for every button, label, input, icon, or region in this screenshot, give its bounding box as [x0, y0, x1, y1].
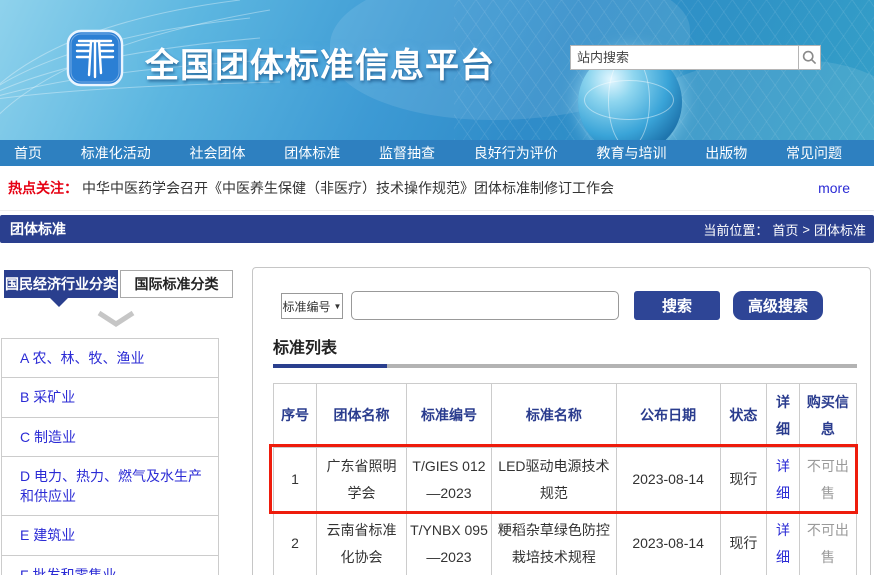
cell-code: T/GIES 012—2023 [406, 448, 491, 512]
breadcrumb-current[interactable]: 团体标准 [814, 220, 866, 239]
advanced-search-button[interactable]: 高级搜索 [733, 291, 823, 320]
site-title: 全国团体标准信息平台 [145, 38, 495, 87]
site-search [570, 45, 821, 70]
dropdown-arrow-icon: ▼ [334, 302, 342, 311]
hot-news-bar: 热点关注： 中华中医药学会召开《中医养生保健（非医疗）技术操作规范》团体标准制修… [0, 166, 874, 211]
top-navigation: 首页 标准化活动 社会团体 团体标准 监督抽查 良好行为评价 教育与培训 出版物… [0, 140, 874, 166]
nav-item-activities[interactable]: 标准化活动 [81, 143, 151, 163]
cell-status: 现行 [720, 448, 767, 512]
table-row: 1 广东省照明学会 T/GIES 012—2023 LED驱动电源技术规范 20… [274, 448, 857, 512]
breadcrumb: 当前位置： 首页 > 团体标准 [703, 220, 866, 239]
page: 全国团体标准信息平台 首页 标准化活动 社会团体 团体标准 监督抽查 良好行为评… [0, 0, 874, 575]
col-header-date: 公布日期 [616, 384, 720, 448]
cell-purchase: 不可出售 [799, 448, 856, 512]
nav-item-faq[interactable]: 常见问题 [786, 143, 842, 163]
nav-item-home[interactable]: 首页 [14, 143, 42, 163]
sidebar-item-d-utilities[interactable]: D 电力、热力、燃气及水生产和供应业 [2, 457, 218, 517]
sidebar-item-f-wholesale-retail[interactable]: F 批发和零售业 [2, 556, 218, 575]
cell-name: 粳稻杂草绿色防控栽培技术规程 [492, 512, 617, 575]
nav-item-group-standards[interactable]: 团体标准 [284, 143, 340, 163]
cell-index: 2 [274, 512, 317, 575]
col-header-detail: 详细 [767, 384, 800, 448]
cell-org: 云南省标准化协会 [317, 512, 407, 575]
search-field-selector-label: 标准编号 [283, 298, 331, 315]
nav-item-organizations[interactable]: 社会团体 [190, 143, 246, 163]
search-icon [802, 50, 817, 65]
nav-item-education[interactable]: 教育与培训 [597, 143, 667, 163]
col-header-purchase: 购买信息 [799, 384, 856, 448]
breadcrumb-home[interactable]: 首页 [772, 220, 798, 239]
cell-purchase: 不可出售 [799, 512, 856, 575]
search-button[interactable]: 搜索 [634, 291, 720, 320]
standards-table: 序号 团体名称 标准编号 标准名称 公布日期 状态 详细 购买信息 1 广东省照… [273, 383, 857, 575]
site-search-button[interactable] [798, 45, 821, 70]
cell-date: 2023-08-14 [616, 448, 720, 512]
section-title: 团体标准 [10, 219, 66, 239]
title-rule [273, 364, 857, 368]
main-panel: 标准编号 ▼ 搜索 高级搜索 标准列表 序号 团体名称 标准编号 标准名称 公布… [252, 267, 871, 575]
search-field-selector[interactable]: 标准编号 ▼ [281, 293, 343, 319]
col-header-status: 状态 [720, 384, 767, 448]
cell-status: 现行 [720, 512, 767, 575]
detail-link[interactable]: 详细 [776, 458, 790, 501]
site-header: 全国团体标准信息平台 [0, 0, 874, 140]
cell-org: 广东省照明学会 [317, 448, 407, 512]
list-title: 标准列表 [273, 334, 337, 358]
chevron-down-icon [96, 310, 136, 328]
nav-item-evaluation[interactable]: 良好行为评价 [474, 143, 558, 163]
sidebar-item-b-mining[interactable]: B 采矿业 [2, 378, 218, 417]
sidebar-item-e-construction[interactable]: E 建筑业 [2, 516, 218, 555]
active-tab-pointer [50, 298, 68, 307]
section-bar: 团体标准 当前位置： 首页 > 团体标准 [0, 215, 874, 243]
hot-news-label: 热点关注： [8, 178, 78, 198]
site-logo-icon [66, 29, 124, 92]
cell-code: T/YNBX 095—2023 [406, 512, 491, 575]
col-header-org: 团体名称 [317, 384, 407, 448]
col-header-code: 标准编号 [406, 384, 491, 448]
category-list: A 农、林、牧、渔业 B 采矿业 C 制造业 D 电力、热力、燃气及水生产和供应… [1, 338, 219, 575]
col-header-index: 序号 [274, 384, 317, 448]
nav-item-supervision[interactable]: 监督抽查 [379, 143, 435, 163]
sidebar-item-a-agriculture[interactable]: A 农、林、牧、渔业 [2, 339, 218, 378]
nav-item-publications[interactable]: 出版物 [705, 143, 747, 163]
cell-index: 1 [274, 448, 317, 512]
table-header-row: 序号 团体名称 标准编号 标准名称 公布日期 状态 详细 购买信息 [274, 384, 857, 448]
sidebar-item-c-manufacturing[interactable]: C 制造业 [2, 418, 218, 457]
site-search-input[interactable] [570, 45, 798, 70]
detail-link[interactable]: 详细 [776, 522, 790, 565]
tab-national-economy-classification[interactable]: 国民经济行业分类 [4, 270, 118, 298]
hot-news-link[interactable]: 中华中医药学会召开《中医养生保健（非医疗）技术操作规范》团体标准制修订工作会 [82, 178, 806, 198]
cell-name: LED驱动电源技术规范 [492, 448, 617, 512]
table-row: 2 云南省标准化协会 T/YNBX 095—2023 粳稻杂草绿色防控栽培技术规… [274, 512, 857, 575]
standard-query-input[interactable] [351, 291, 619, 320]
breadcrumb-prefix: 当前位置： [703, 220, 768, 239]
breadcrumb-separator: > [802, 222, 810, 237]
more-link[interactable]: more [818, 180, 850, 196]
col-header-name: 标准名称 [492, 384, 617, 448]
tab-international-standard-classification[interactable]: 国际标准分类 [120, 270, 233, 298]
cell-date: 2023-08-14 [616, 512, 720, 575]
